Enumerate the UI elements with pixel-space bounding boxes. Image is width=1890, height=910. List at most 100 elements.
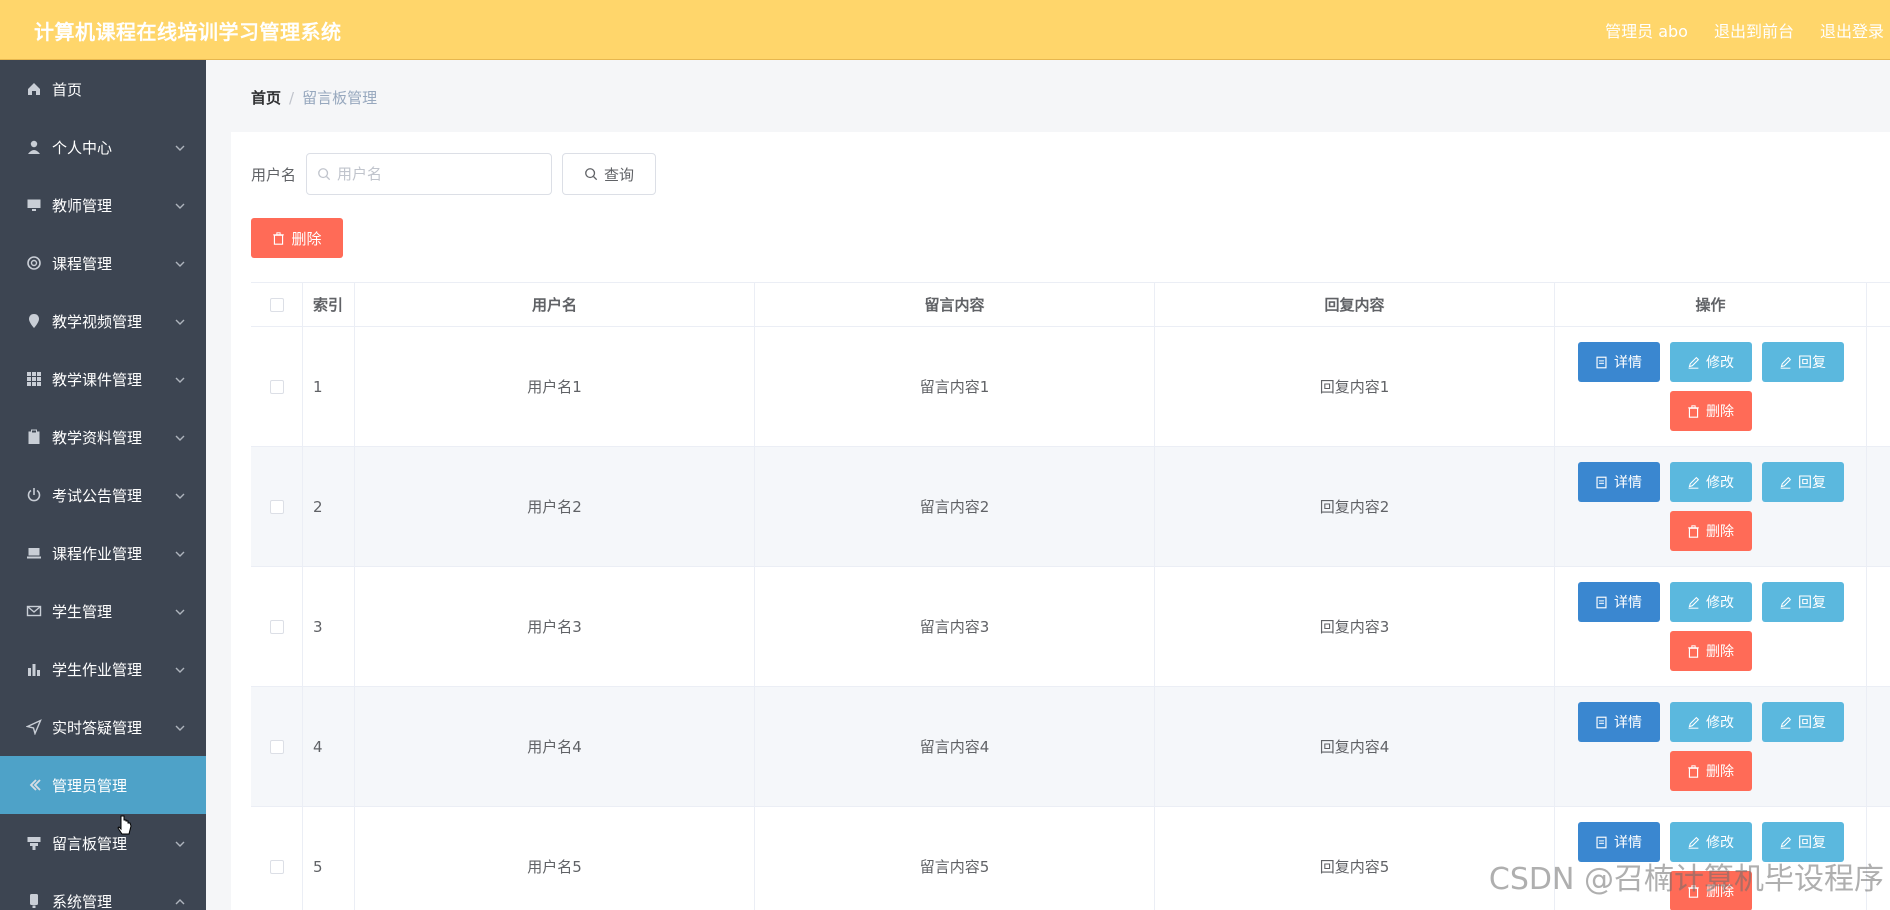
- sidebar-item[interactable]: 考试公告管理: [0, 466, 206, 524]
- cell-actions: 详情 修改 回复删除: [1555, 567, 1867, 686]
- logout-link[interactable]: 退出登录: [1820, 18, 1884, 42]
- row-checkbox[interactable]: [269, 499, 284, 514]
- chevron-down-icon: [174, 140, 186, 152]
- reply-button[interactable]: 回复: [1761, 702, 1844, 742]
- edit-button-label: 修改: [1706, 715, 1734, 731]
- edit-button-label: 修改: [1706, 355, 1734, 371]
- reply-button-label: 回复: [1798, 835, 1826, 851]
- row-select-cell: [251, 447, 303, 566]
- search-input[interactable]: [337, 165, 538, 183]
- sidebar-item[interactable]: 个人中心: [0, 118, 206, 176]
- detail-button[interactable]: 详情: [1577, 342, 1660, 382]
- row-delete-button[interactable]: 删除: [1669, 391, 1752, 431]
- sidebar-item-label: 教学视频管理: [52, 312, 143, 331]
- row-delete-label: 删除: [1706, 404, 1734, 420]
- cell-index: 1: [303, 327, 355, 446]
- reply-button[interactable]: 回复: [1761, 462, 1844, 502]
- detail-button-label: 详情: [1614, 355, 1642, 371]
- edit-icon: [1779, 356, 1798, 369]
- document-icon: [1595, 836, 1614, 849]
- chevron-down-icon: [174, 604, 186, 616]
- lifebuoy-icon: [26, 255, 42, 271]
- back-to-front-link[interactable]: 退出到前台: [1714, 18, 1794, 42]
- select-all-checkbox[interactable]: [269, 297, 284, 312]
- row-delete-button[interactable]: 删除: [1669, 631, 1752, 671]
- column-header-username: 用户名: [355, 283, 755, 326]
- detail-button-label: 详情: [1614, 715, 1642, 731]
- sidebar-item[interactable]: 系统管理: [0, 872, 206, 910]
- sidebar-item-label: 学生管理: [52, 602, 113, 621]
- reply-button[interactable]: 回复: [1761, 582, 1844, 622]
- row-select-cell: [251, 807, 303, 910]
- cell-actions: 详情 修改 回复删除: [1555, 327, 1867, 446]
- chevron-down-icon: [174, 546, 186, 558]
- header-actions: 管理员 abo 退出到前台 退出登录: [1605, 18, 1884, 42]
- edit-button[interactable]: 修改: [1669, 582, 1752, 622]
- sidebar-item[interactable]: 教学资料管理: [0, 408, 206, 466]
- row-delete-button[interactable]: 删除: [1669, 751, 1752, 791]
- sidebar-item[interactable]: 课程作业管理: [0, 524, 206, 582]
- trash-icon: [1687, 524, 1706, 538]
- trash-icon: [1687, 644, 1706, 658]
- sidebar-item[interactable]: 首页: [0, 60, 206, 118]
- search-input-wrapper[interactable]: [306, 153, 553, 195]
- row-checkbox[interactable]: [269, 859, 284, 874]
- sidebar-item-label: 教师管理: [52, 196, 113, 215]
- edit-icon: [1779, 716, 1798, 729]
- row-checkbox[interactable]: [269, 379, 284, 394]
- clipboard-icon: [26, 429, 42, 445]
- row-delete-label: 删除: [1706, 524, 1734, 540]
- trash-icon: [1687, 764, 1706, 778]
- row-select-cell: [251, 567, 303, 686]
- sidebar-item[interactable]: 教学视频管理: [0, 292, 206, 350]
- column-header-reply: 回复内容: [1155, 283, 1555, 326]
- edit-button[interactable]: 修改: [1669, 702, 1752, 742]
- sidebar-item[interactable]: 学生管理: [0, 582, 206, 640]
- query-button[interactable]: 查询: [562, 153, 657, 195]
- chevron-down-icon: [174, 372, 186, 384]
- detail-button[interactable]: 详情: [1577, 702, 1660, 742]
- detail-button[interactable]: 详情: [1577, 582, 1660, 622]
- table-row: 2 用户名2 留言内容2 回复内容2 详情 修改 回复 删除: [251, 447, 1890, 567]
- table-row: 4 用户名4 留言内容4 回复内容4 详情 修改 回复 删除: [251, 687, 1890, 807]
- cell-index: 3: [303, 567, 355, 686]
- column-header-actions: 操作: [1555, 283, 1867, 326]
- cell-username: 用户名3: [355, 567, 755, 686]
- row-checkbox[interactable]: [269, 619, 284, 634]
- sidebar: 首页个人中心教师管理课程管理教学视频管理教学课件管理 教学资料管理 考试公告管理 课程…: [0, 60, 206, 910]
- column-header-index: 索引: [303, 283, 355, 326]
- edit-button[interactable]: 修改: [1669, 342, 1752, 382]
- sidebar-item[interactable]: 实时答疑管理: [0, 698, 206, 756]
- sidebar-item[interactable]: 课程管理: [0, 234, 206, 292]
- edit-icon: [1779, 836, 1798, 849]
- sidebar-item-label: 学生作业管理: [52, 660, 143, 679]
- breadcrumb-home[interactable]: 首页: [251, 89, 281, 107]
- sidebar-item[interactable]: 管理员管理: [0, 756, 206, 814]
- cell-index: 5: [303, 807, 355, 910]
- detail-button[interactable]: 详情: [1577, 462, 1660, 502]
- mouse-cursor-icon: [117, 815, 132, 835]
- sidebar-item[interactable]: 学生作业管理: [0, 640, 206, 698]
- row-checkbox[interactable]: [269, 739, 284, 754]
- row-delete-button[interactable]: 删除: [1669, 511, 1752, 551]
- sidebar-item[interactable]: 教学课件管理: [0, 350, 206, 408]
- batch-delete-button[interactable]: 删除: [251, 218, 343, 258]
- cell-index: 2: [303, 447, 355, 566]
- reply-button-label: 回复: [1798, 595, 1826, 611]
- cell-reply: 回复内容2: [1155, 447, 1555, 566]
- phone-icon: [26, 893, 42, 909]
- sidebar-item-label: 首页: [52, 80, 83, 99]
- row-delete-label: 删除: [1706, 764, 1734, 780]
- column-header-message: 留言内容: [755, 283, 1155, 326]
- cell-message: 留言内容5: [755, 807, 1155, 910]
- send-icon: [26, 719, 42, 735]
- chevron-down-icon: [174, 430, 186, 442]
- reply-button[interactable]: 回复: [1761, 342, 1844, 382]
- edit-button[interactable]: 修改: [1669, 462, 1752, 502]
- edit-icon: [1687, 716, 1706, 729]
- admin-user-label[interactable]: 管理员 abo: [1605, 18, 1688, 42]
- search-bar: 用户名 查询: [251, 153, 657, 195]
- power-icon: [26, 487, 42, 503]
- sidebar-item[interactable]: 留言板管理: [0, 814, 206, 872]
- sidebar-item[interactable]: 教师管理: [0, 176, 206, 234]
